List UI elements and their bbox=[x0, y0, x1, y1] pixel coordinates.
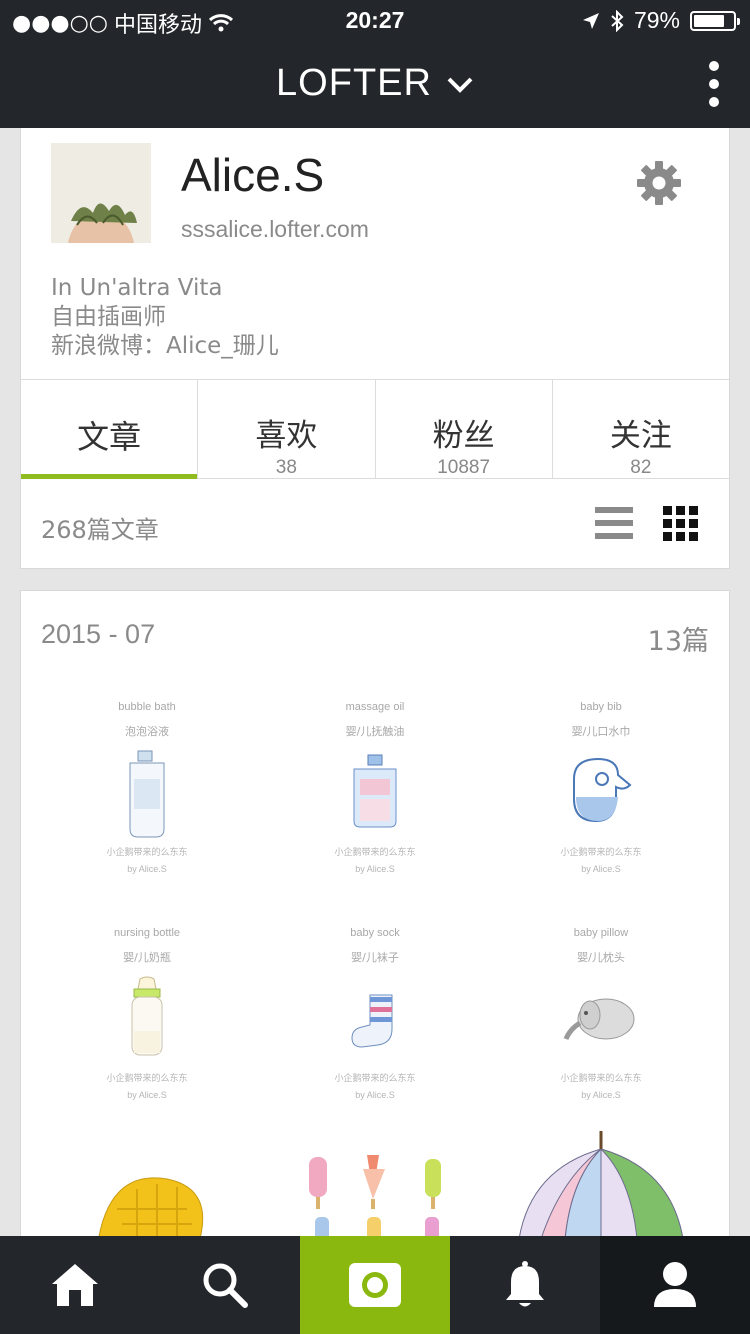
item-caption: 小企鹅带来的么东东 bbox=[106, 1074, 188, 1084]
tab-notifications[interactable] bbox=[450, 1236, 600, 1334]
home-icon bbox=[52, 1264, 98, 1306]
archive-item[interactable]: baby bib 婴/儿口水巾 小企鹅带来的么东东 by Alice.S bbox=[501, 681, 701, 881]
archive-card: 2015 - 07 13篇 bubble bath 泡泡浴液 小企鹅带来的么东东… bbox=[20, 590, 730, 1290]
bell-icon bbox=[506, 1261, 544, 1307]
item-en: nursing bottle bbox=[113, 927, 181, 939]
item-author: by Alice.S bbox=[355, 1090, 395, 1100]
massage-oil-illustration bbox=[353, 754, 397, 828]
grid-view-icon[interactable] bbox=[663, 506, 699, 542]
battery-icon bbox=[690, 10, 740, 31]
tab-label: 粉丝 bbox=[432, 418, 495, 454]
camera-icon bbox=[349, 1263, 401, 1307]
tab-search[interactable] bbox=[150, 1236, 300, 1334]
popsicles-illustration[interactable] bbox=[275, 1129, 475, 1249]
item-zh: 婴/儿袜子 bbox=[351, 951, 399, 964]
tab-articles[interactable]: 文章 bbox=[21, 380, 199, 479]
status-bar: ●●●○○ 中国移动 20:27 79% bbox=[0, 0, 750, 40]
bio-line: 自由插画师 bbox=[51, 304, 166, 330]
profile-bio: In Un'altra Vita 自由插画师 新浪微博：Alice_珊儿 bbox=[51, 274, 279, 361]
profile-tabs: 文章 喜欢 38 粉丝 10887 关注 82 bbox=[21, 379, 729, 479]
tab-label: 喜欢 bbox=[255, 418, 318, 454]
bio-line: In Un'altra Vita bbox=[51, 275, 223, 301]
profile-card: Alice.S sssalice.lofter.com In Un'altra … bbox=[20, 128, 730, 569]
item-author: by Alice.S bbox=[127, 1090, 167, 1100]
nav-bar: LOFTER bbox=[0, 40, 750, 128]
item-caption: 小企鹅带来的么东东 bbox=[334, 1074, 416, 1084]
item-caption: 小企鹅带来的么东东 bbox=[106, 848, 188, 858]
archive-item[interactable]: bubble bath 泡泡浴液 小企鹅带来的么东东 by Alice.S bbox=[47, 681, 247, 881]
baby-bib-illustration bbox=[573, 757, 632, 823]
tab-count: 82 bbox=[630, 457, 652, 478]
item-zh: 婴/儿枕头 bbox=[577, 951, 625, 964]
item-author: by Alice.S bbox=[355, 864, 395, 874]
battery-percent: 79% bbox=[633, 7, 680, 33]
item-caption: 小企鹅带来的么东东 bbox=[560, 848, 642, 858]
tab-camera[interactable] bbox=[300, 1236, 450, 1334]
more-icon[interactable] bbox=[706, 60, 722, 108]
app-title: LOFTER bbox=[276, 62, 432, 104]
chevron-down-icon bbox=[447, 77, 473, 93]
item-zh: 婴/儿抚触油 bbox=[345, 725, 405, 738]
person-icon bbox=[654, 1262, 696, 1307]
archive-count: 13篇 bbox=[647, 626, 709, 657]
item-en: baby pillow bbox=[573, 927, 629, 939]
tab-profile[interactable] bbox=[600, 1236, 750, 1334]
item-author: by Alice.S bbox=[581, 1090, 621, 1100]
search-icon bbox=[203, 1263, 248, 1308]
item-en: baby sock bbox=[350, 927, 400, 939]
bottom-tab-bar bbox=[0, 1236, 750, 1334]
tab-count: 10887 bbox=[437, 457, 491, 478]
archive-month: 2015 - 07 bbox=[41, 619, 156, 649]
list-view-icon[interactable] bbox=[595, 506, 633, 540]
gear-icon[interactable] bbox=[636, 160, 682, 206]
bubble-bath-illustration bbox=[129, 750, 165, 838]
item-author: by Alice.S bbox=[581, 864, 621, 874]
item-caption: 小企鹅带来的么东东 bbox=[334, 848, 416, 858]
profile-url[interactable]: sssalice.lofter.com bbox=[181, 216, 369, 243]
battery-fill bbox=[694, 14, 725, 27]
item-zh: 婴/儿奶瓶 bbox=[123, 951, 171, 964]
tab-following[interactable]: 关注 82 bbox=[553, 380, 729, 478]
item-en: massage oil bbox=[345, 701, 405, 713]
location-icon bbox=[582, 12, 599, 29]
baby-sock-illustration bbox=[351, 994, 393, 1048]
bio-line: 新浪微博：Alice_珊儿 bbox=[51, 333, 279, 359]
item-zh: 婴/儿口水巾 bbox=[571, 725, 631, 738]
item-en: bubble bath bbox=[118, 701, 176, 713]
archive-item[interactable]: baby pillow 婴/儿枕头 小企鹅带来的么东东 by Alice.S bbox=[501, 907, 701, 1107]
post-count: 268篇文章 bbox=[41, 516, 159, 544]
item-caption: 小企鹅带来的么东东 bbox=[560, 1074, 642, 1084]
tab-followers[interactable]: 粉丝 10887 bbox=[376, 380, 553, 478]
item-en: baby bib bbox=[580, 701, 622, 713]
item-zh: 泡泡浴液 bbox=[125, 725, 169, 738]
nav-title[interactable]: LOFTER bbox=[0, 62, 750, 105]
archive-item[interactable]: massage oil 婴/儿抚触油 小企鹅带来的么东东 by Alice.S bbox=[275, 681, 475, 881]
bluetooth-icon bbox=[611, 9, 624, 32]
item-author: by Alice.S bbox=[127, 864, 167, 874]
archive-item[interactable]: nursing bottle 婴/儿奶瓶 小企鹅带来的么东东 by Alice.… bbox=[47, 907, 247, 1107]
umbrella-illustration[interactable] bbox=[501, 1129, 701, 1249]
tab-likes[interactable]: 喜欢 38 bbox=[198, 380, 376, 478]
profile-name: Alice.S bbox=[181, 149, 325, 201]
nursing-bottle-illustration bbox=[131, 976, 163, 1056]
tab-count: 38 bbox=[275, 457, 297, 478]
elephant-pillow-illustration bbox=[563, 998, 635, 1041]
archive-item[interactable]: baby sock 婴/儿袜子 小企鹅带来的么东东 by Alice.S bbox=[275, 907, 475, 1107]
avatar[interactable] bbox=[51, 143, 151, 243]
tab-home[interactable] bbox=[0, 1236, 150, 1334]
tab-label: 文章 bbox=[77, 418, 142, 456]
mango-illustration[interactable] bbox=[47, 1129, 247, 1249]
tab-label: 关注 bbox=[609, 418, 672, 454]
